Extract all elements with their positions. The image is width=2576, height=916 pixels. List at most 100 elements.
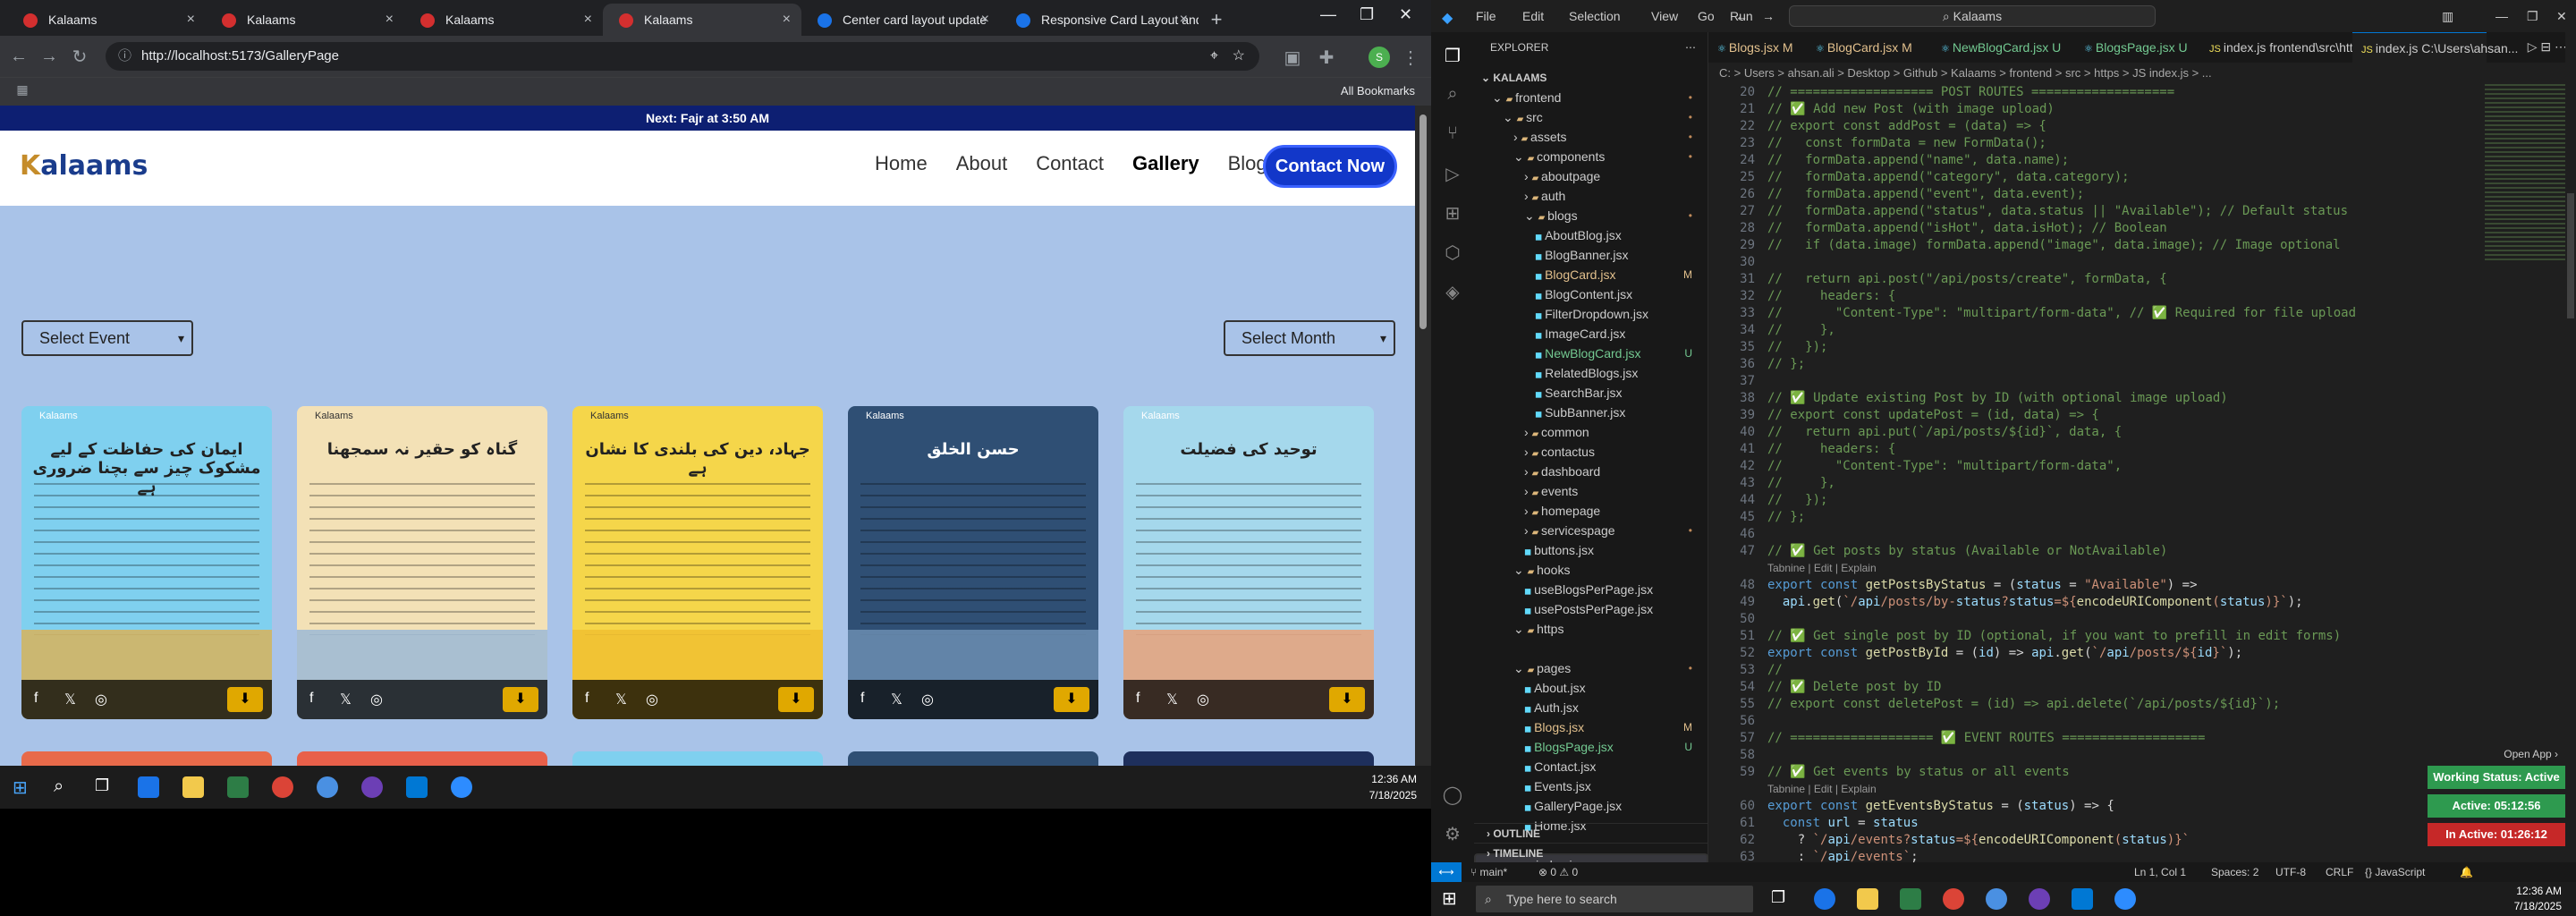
codelens[interactable]: Tabnine | Edit | Explain: [1767, 781, 1877, 798]
select-month-dropdown[interactable]: Select Month ▾: [1224, 320, 1395, 356]
folder-item[interactable]: ⌄ ▰ https: [1474, 619, 1708, 639]
breadcrumb[interactable]: C: > Users > ahsan.ali > Desktop > Githu…: [1708, 63, 2576, 84]
workspace-root[interactable]: ⌄ KALAAMS: [1474, 68, 1708, 88]
file-item[interactable]: ◼ FilterDropdown.jsx: [1474, 304, 1708, 324]
maximize-icon[interactable]: ❐: [2527, 9, 2538, 24]
cursor-position[interactable]: Ln 1, Col 1: [2134, 862, 2186, 882]
codelens[interactable]: Tabnine | Edit | Explain: [1767, 560, 1877, 577]
omnibox[interactable]: ⓘ http://localhost:5173/GalleryPage ⌖ ☆: [106, 42, 1259, 71]
browser-tab[interactable]: Kalaams ×: [603, 4, 801, 36]
command-center-search[interactable]: ⌕ Kalaams: [1789, 5, 2156, 27]
gallery-card[interactable]: Kalaams ایمان کی حفاظت کے لیے مشکوک چیز س…: [21, 406, 272, 719]
problems-indicator[interactable]: ⊗ 0 ⚠ 0: [1538, 862, 1578, 882]
editor-actions-icon[interactable]: ▷ ⊟ ⋯: [2528, 39, 2567, 55]
editor-tab[interactable]: JS index.js frontend\src\https: [2200, 32, 2366, 63]
file-item[interactable]: ◼ SubBanner.jsx: [1474, 403, 1708, 422]
folder-item[interactable]: › ▰ auth: [1474, 186, 1708, 206]
menu-edit[interactable]: Edit: [1522, 9, 1544, 23]
branch-indicator[interactable]: ⑂ main*: [1470, 862, 1507, 882]
edge-icon[interactable]: [1814, 888, 1835, 910]
tab-close-icon[interactable]: ×: [187, 12, 195, 28]
file-item[interactable]: ◼ BlogCard.jsx M: [1474, 265, 1708, 284]
folder-item[interactable]: › ▰ assets •: [1474, 127, 1708, 147]
x-twitter-icon[interactable]: 𝕏: [340, 691, 352, 708]
extensions-icon[interactable]: ⊞: [1442, 202, 1463, 224]
reload-icon[interactable]: ↻: [64, 46, 95, 68]
minimize-icon[interactable]: —: [1320, 5, 1336, 24]
file-explorer-icon[interactable]: [182, 776, 204, 798]
bookmark-star-icon[interactable]: ☆: [1233, 42, 1245, 71]
download-icon[interactable]: ⬇: [1054, 687, 1089, 712]
tab-close-icon[interactable]: ×: [386, 12, 394, 28]
instagram-icon[interactable]: ◎: [370, 691, 383, 708]
notifications-icon[interactable]: 🔔: [2460, 862, 2473, 882]
windows-start-icon[interactable]: ⊞: [1442, 887, 1457, 910]
file-item[interactable]: ◼ useBlogsPerPage.jsx: [1474, 580, 1708, 599]
layout-icon[interactable]: ▥: [2442, 9, 2453, 24]
menu-view[interactable]: View: [1651, 9, 1678, 23]
file-item[interactable]: ◼ ImageCard.jsx: [1474, 324, 1708, 344]
minimap[interactable]: [2485, 84, 2565, 263]
edge-icon[interactable]: [138, 776, 159, 798]
folder-item[interactable]: ⌄ ▰ frontend •: [1474, 88, 1708, 107]
folder-item[interactable]: › ▰ dashboard: [1474, 462, 1708, 481]
remote-indicator-icon[interactable]: ⟷: [1431, 862, 1462, 882]
editor-tab[interactable]: JS index.js C:\Users\ahsan...: [2352, 32, 2518, 63]
file-item[interactable]: ◼ SearchBar.jsx: [1474, 383, 1708, 403]
folder-item[interactable]: › ▰ homepage: [1474, 501, 1708, 521]
folder-item[interactable]: ⌄ ▰ blogs •: [1474, 206, 1708, 225]
menu-selection[interactable]: Selection: [1569, 9, 1621, 23]
app-icon[interactable]: [317, 776, 338, 798]
clock[interactable]: 12:36 AM 7/18/2025: [2514, 884, 2562, 914]
search-icon[interactable]: ⌕: [1442, 84, 1463, 106]
github-desktop-icon[interactable]: [2029, 888, 2050, 910]
instagram-icon[interactable]: ◎: [646, 691, 658, 708]
file-item[interactable]: ◼ BlogContent.jsx: [1474, 284, 1708, 304]
language-mode[interactable]: {} JavaScript: [2365, 862, 2425, 882]
browser-tab[interactable]: Responsive Card Layout and ×: [1000, 4, 1199, 36]
taskbar-search[interactable]: ⌕ Type here to search: [1476, 886, 1753, 912]
location-icon[interactable]: ⌖: [1210, 42, 1218, 71]
gallery-card[interactable]: Kalaams گناہ کو حقیر نہ سمجھنا f 𝕏 ◎ ⬇: [297, 406, 547, 719]
menu-go[interactable]: Go: [1698, 9, 1715, 23]
outline-panel[interactable]: › OUTLINE: [1474, 823, 1708, 843]
remote-icon[interactable]: ⬡: [1442, 242, 1463, 263]
close-icon[interactable]: ✕: [1399, 5, 1412, 24]
new-tab-icon[interactable]: +: [1199, 4, 1234, 36]
file-item[interactable]: ◼ About.jsx: [1474, 678, 1708, 698]
github-desktop-icon[interactable]: [361, 776, 383, 798]
file-item[interactable]: ◼ buttons.jsx: [1474, 540, 1708, 560]
select-event-dropdown[interactable]: Select Event ▾: [21, 320, 193, 356]
gallery-card[interactable]: Kalaams جہاد، دین کی بلندی کا نشان ہے f 𝕏 ◎ ⬇: [572, 406, 823, 719]
profile-avatar[interactable]: S: [1368, 47, 1390, 68]
open-app-link[interactable]: Open App ›: [2504, 748, 2558, 760]
site-info-icon[interactable]: ⓘ: [118, 42, 131, 71]
vscode-icon[interactable]: [2072, 888, 2093, 910]
gallery-card[interactable]: Kalaams توحید کی فضیلت f 𝕏 ◎ ⬇: [1123, 406, 1374, 719]
x-twitter-icon[interactable]: 𝕏: [891, 691, 902, 708]
contact-now-button[interactable]: Contact Now: [1263, 145, 1397, 188]
forward-icon[interactable]: →: [34, 47, 64, 67]
explorer-icon[interactable]: ❐: [1442, 45, 1463, 66]
app-icon[interactable]: [1986, 888, 2007, 910]
menu-file[interactable]: File: [1476, 9, 1496, 23]
tab-close-icon[interactable]: ×: [584, 12, 592, 28]
browser-tab[interactable]: Kalaams ×: [206, 4, 404, 36]
tab-close-icon[interactable]: ×: [783, 12, 791, 28]
folder-item[interactable]: › ▰ aboutpage: [1474, 166, 1708, 186]
task-view-icon[interactable]: ❐: [1771, 888, 1792, 910]
forward-icon[interactable]: →: [1762, 9, 1775, 23]
file-explorer-icon[interactable]: [1857, 888, 1878, 910]
encoding[interactable]: UTF-8: [2275, 862, 2306, 882]
facebook-icon[interactable]: f: [585, 691, 589, 707]
back-icon[interactable]: ←: [4, 47, 34, 67]
facebook-icon[interactable]: f: [34, 691, 38, 707]
nav-link-home[interactable]: Home: [875, 152, 928, 175]
search-icon[interactable]: ⌕: [54, 776, 75, 798]
store-icon[interactable]: [1900, 888, 1921, 910]
chrome-icon[interactable]: [272, 776, 293, 798]
editor-scrollbar[interactable]: [2565, 32, 2576, 862]
close-icon[interactable]: ✕: [2556, 9, 2567, 24]
extension-icon[interactable]: ▣: [1277, 47, 1308, 69]
working-status-badge[interactable]: Working Status: Active: [2428, 766, 2565, 789]
